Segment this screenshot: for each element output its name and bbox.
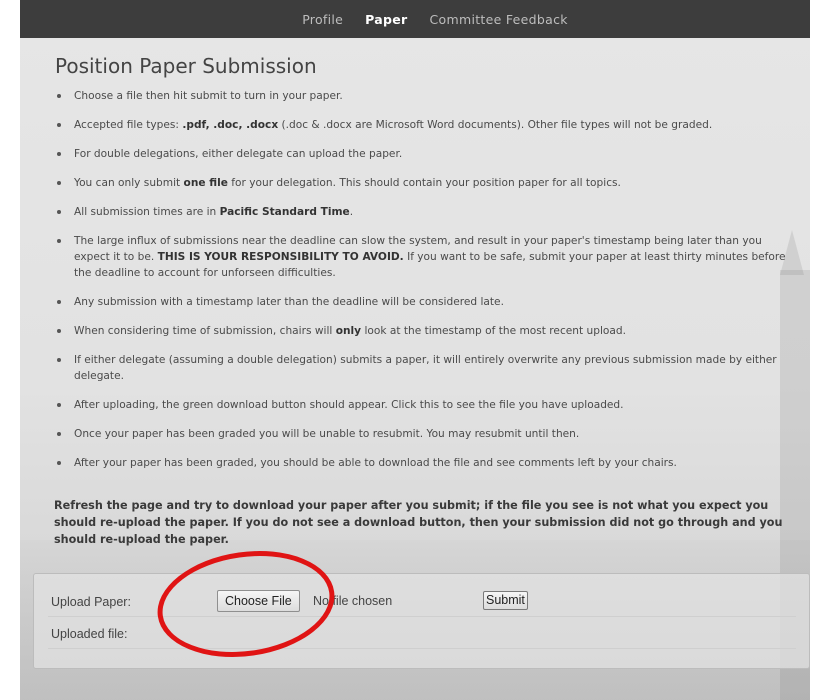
- rule-emphasis: Pacific Standard Time: [219, 206, 350, 218]
- nav-committee-feedback[interactable]: Committee Feedback: [430, 12, 568, 27]
- rule-text: After your paper has been graded, you sh…: [74, 457, 677, 469]
- rule-text: (.doc & .docx are Microsoft Word documen…: [278, 119, 713, 131]
- rule-item: After uploading, the green download butt…: [54, 397, 799, 413]
- rule-text: Once your paper has been graded you will…: [74, 428, 580, 440]
- rule-emphasis: only: [335, 325, 362, 337]
- rule-item: Choose a file then hit submit to turn in…: [54, 88, 799, 104]
- nav-paper[interactable]: Paper: [365, 12, 407, 27]
- rule-text: for your delegation. This should contain…: [227, 177, 621, 189]
- rule-text: Choose a file then hit submit to turn in…: [74, 90, 343, 102]
- top-navbar: Profile Paper Committee Feedback: [20, 0, 810, 38]
- rule-emphasis: one file: [183, 177, 228, 189]
- file-status-text: No file chosen: [313, 594, 393, 608]
- rule-text: For double delegations, either delegate …: [74, 148, 403, 160]
- rule-item: Any submission with a timestamp later th…: [54, 294, 799, 310]
- upload-form: Upload Paper: Choose File No file chosen…: [33, 573, 810, 669]
- rule-item: Once your paper has been graded you will…: [54, 426, 799, 442]
- rule-text: When considering time of submission, cha…: [74, 325, 336, 337]
- rule-text: All submission times are in: [74, 206, 220, 218]
- rule-item: You can only submit one file for your de…: [54, 175, 799, 191]
- rule-text: Any submission with a timestamp later th…: [74, 296, 504, 308]
- page-background: Profile Paper Committee Feedback Positio…: [20, 0, 810, 700]
- page-title: Position Paper Submission: [55, 54, 317, 78]
- rule-item: When considering time of submission, cha…: [54, 323, 799, 339]
- rule-text: Accepted file types:: [74, 119, 183, 131]
- refresh-note: Refresh the page and try to download you…: [54, 499, 783, 546]
- row-divider: [48, 616, 796, 617]
- choose-file-button[interactable]: Choose File: [217, 590, 300, 612]
- submit-button[interactable]: Submit: [483, 591, 528, 610]
- row-divider: [48, 648, 796, 649]
- rule-text: look at the timestamp of the most recent…: [361, 325, 626, 337]
- rule-text: If either delegate (assuming a double de…: [74, 354, 777, 382]
- rule-item: All submission times are in Pacific Stan…: [54, 204, 799, 220]
- rule-item: After your paper has been graded, you sh…: [54, 455, 799, 471]
- uploaded-file-label: Uploaded file:: [51, 627, 128, 641]
- rule-item: Accepted file types: .pdf, .doc, .docx (…: [54, 117, 799, 133]
- rule-emphasis: .pdf, .doc, .docx: [182, 119, 279, 131]
- rule-item: The large influx of submissions near the…: [54, 233, 799, 281]
- rule-text: You can only submit: [74, 177, 184, 189]
- rule-text: .: [349, 206, 354, 218]
- rule-item: For double delegations, either delegate …: [54, 146, 799, 162]
- rule-text: After uploading, the green download butt…: [74, 399, 624, 411]
- rule-emphasis: THIS IS YOUR RESPONSIBILITY TO AVOID.: [157, 251, 404, 263]
- rule-item: If either delegate (assuming a double de…: [54, 352, 799, 384]
- upload-paper-label: Upload Paper:: [51, 595, 131, 609]
- submission-rules-list: Choose a file then hit submit to turn in…: [54, 88, 799, 484]
- nav-profile[interactable]: Profile: [302, 12, 343, 27]
